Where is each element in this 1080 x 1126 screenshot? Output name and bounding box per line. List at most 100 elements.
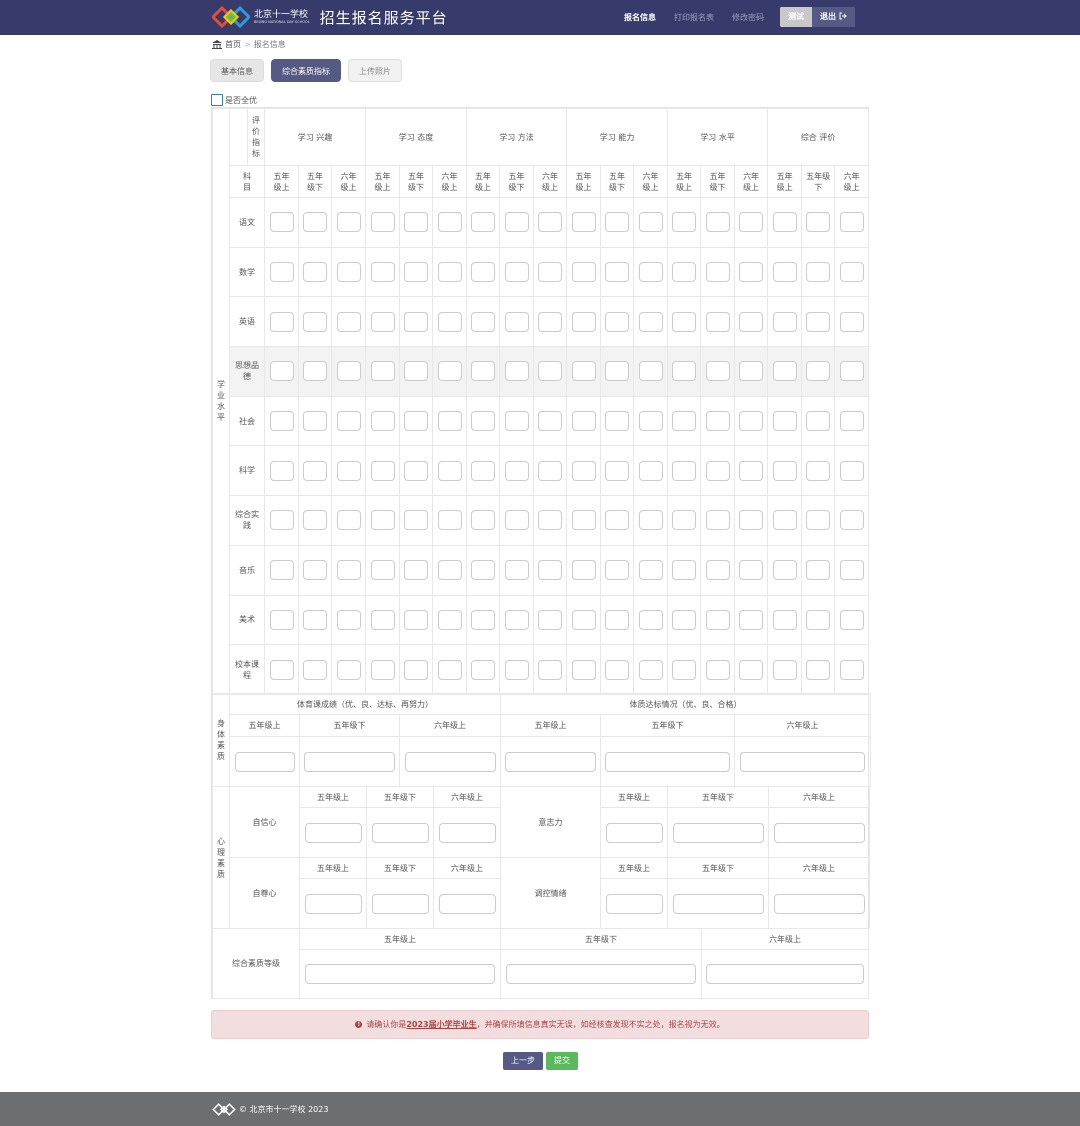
grade-input[interactable] (506, 964, 696, 984)
grade-input[interactable] (739, 411, 764, 432)
grade-input[interactable] (303, 510, 327, 531)
grade-input[interactable] (437, 361, 462, 382)
grade-input[interactable] (404, 212, 429, 233)
grade-input[interactable] (371, 893, 429, 914)
grade-input[interactable] (370, 262, 395, 283)
grade-input[interactable] (806, 262, 831, 283)
grade-input[interactable] (371, 822, 429, 843)
grade-input[interactable] (773, 822, 865, 843)
grade-input[interactable] (504, 411, 529, 432)
grade-input[interactable] (672, 893, 764, 914)
grade-input[interactable] (806, 212, 831, 233)
grade-input[interactable] (437, 510, 462, 531)
grade-input[interactable] (303, 659, 327, 680)
grade-input[interactable] (370, 361, 395, 382)
grade-input[interactable] (772, 659, 797, 680)
grade-input[interactable] (605, 560, 630, 581)
grade-input[interactable] (739, 659, 764, 680)
grade-input[interactable] (638, 262, 663, 283)
grade-input[interactable] (336, 311, 361, 332)
grade-input[interactable] (305, 964, 495, 984)
grade-input[interactable] (504, 609, 529, 630)
grade-input[interactable] (638, 411, 663, 432)
grade-input[interactable] (304, 751, 395, 772)
grade-input[interactable] (471, 609, 496, 630)
grade-input[interactable] (303, 609, 327, 630)
grade-input[interactable] (705, 311, 730, 332)
grade-input[interactable] (772, 510, 797, 531)
grade-input[interactable] (806, 460, 831, 481)
grade-input[interactable] (404, 262, 429, 283)
tab-basic-info[interactable]: 基本信息 (210, 59, 264, 82)
grade-input[interactable] (471, 659, 496, 680)
grade-input[interactable] (269, 560, 294, 581)
grade-input[interactable] (437, 460, 462, 481)
grade-input[interactable] (739, 311, 764, 332)
grade-input[interactable] (638, 510, 663, 531)
grade-input[interactable] (504, 361, 529, 382)
grade-input[interactable] (672, 460, 697, 481)
grade-input[interactable] (370, 560, 395, 581)
grade-input[interactable] (672, 311, 697, 332)
grade-input[interactable] (839, 510, 864, 531)
grade-input[interactable] (571, 411, 596, 432)
grade-input[interactable] (672, 560, 697, 581)
grade-input[interactable] (404, 460, 429, 481)
grade-input[interactable] (605, 411, 630, 432)
grade-input[interactable] (437, 311, 462, 332)
grade-input[interactable] (571, 460, 596, 481)
grade-input[interactable] (471, 460, 496, 481)
grade-input[interactable] (471, 311, 496, 332)
grade-input[interactable] (705, 361, 730, 382)
grade-input[interactable] (806, 411, 831, 432)
grade-input[interactable] (605, 893, 663, 914)
grade-input[interactable] (605, 659, 630, 680)
grade-input[interactable] (303, 262, 327, 283)
grade-input[interactable] (672, 262, 697, 283)
grade-input[interactable] (269, 262, 294, 283)
grade-input[interactable] (705, 609, 730, 630)
grade-input[interactable] (269, 659, 294, 680)
grade-input[interactable] (303, 560, 327, 581)
grade-input[interactable] (605, 460, 630, 481)
grade-input[interactable] (538, 609, 563, 630)
grade-input[interactable] (504, 311, 529, 332)
grade-input[interactable] (437, 212, 462, 233)
grade-input[interactable] (672, 361, 697, 382)
grade-input[interactable] (672, 822, 764, 843)
grade-input[interactable] (672, 510, 697, 531)
brand[interactable]: 北京十一学校 BEIJING NATIONAL DAY SCHOOL 招生报名服… (212, 6, 448, 28)
grade-input[interactable] (772, 361, 797, 382)
grade-input[interactable] (437, 560, 462, 581)
grade-input[interactable] (739, 212, 764, 233)
grade-input[interactable] (806, 659, 831, 680)
grade-input[interactable] (839, 560, 864, 581)
grade-input[interactable] (269, 311, 294, 332)
all-excellent-checkbox[interactable] (211, 94, 223, 106)
grade-input[interactable] (471, 262, 496, 283)
grade-input[interactable] (706, 964, 864, 984)
grade-input[interactable] (336, 609, 361, 630)
nav-item-registration[interactable]: 报名信息 (624, 0, 656, 35)
grade-input[interactable] (404, 609, 429, 630)
grade-input[interactable] (773, 893, 865, 914)
grade-input[interactable] (638, 659, 663, 680)
grade-input[interactable] (336, 460, 361, 481)
grade-input[interactable] (370, 212, 395, 233)
tab-quality-indicators[interactable]: 综合素质指标 (271, 59, 341, 82)
grade-input[interactable] (571, 212, 596, 233)
grade-input[interactable] (571, 311, 596, 332)
grade-input[interactable] (404, 560, 429, 581)
grade-input[interactable] (336, 411, 361, 432)
grade-input[interactable] (739, 609, 764, 630)
grade-input[interactable] (638, 361, 663, 382)
grade-input[interactable] (638, 212, 663, 233)
grade-input[interactable] (739, 510, 764, 531)
grade-input[interactable] (839, 609, 864, 630)
grade-input[interactable] (336, 212, 361, 233)
user-button[interactable]: 测试 (780, 7, 812, 27)
grade-input[interactable] (370, 311, 395, 332)
grade-input[interactable] (336, 361, 361, 382)
grade-input[interactable] (471, 212, 496, 233)
grade-input[interactable] (705, 659, 730, 680)
